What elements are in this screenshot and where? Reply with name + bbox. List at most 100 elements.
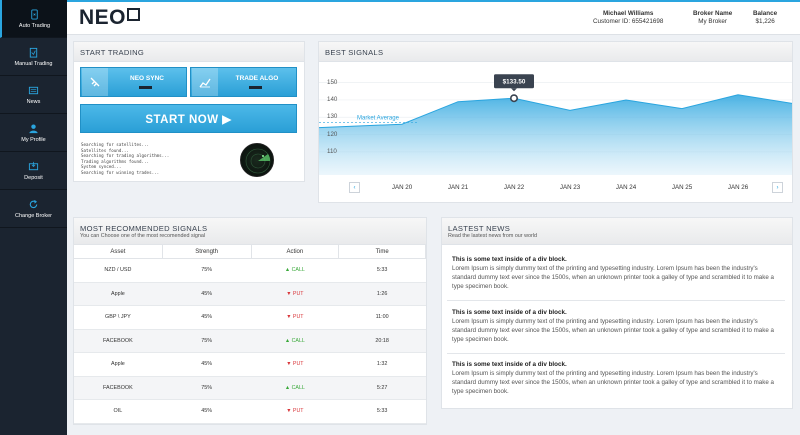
panel-title: LASTEST NEWS xyxy=(448,224,511,233)
cell-action: ▲ CALL xyxy=(251,329,339,353)
start-now-button[interactable]: START NOW ▶ xyxy=(80,104,297,133)
col-time[interactable]: Time xyxy=(338,244,426,259)
clipboard-icon xyxy=(29,47,38,58)
table-body: NZD / USD 75% ▲ CALL 5:33 Apple 45% ▼ PUT 1:26 G… xyxy=(73,258,426,424)
neo-sync-button[interactable]: NEO SYNC xyxy=(80,67,187,97)
sidebar-item-change-broker[interactable]: Change Broker xyxy=(0,190,67,228)
radar-icon xyxy=(240,143,274,177)
sidebar-item-auto-trading[interactable]: Auto Trading xyxy=(0,0,67,38)
y-tick-label: 120 xyxy=(327,130,338,138)
signals-table: Asset Strength Action Time NZD / USD 75% ▲… xyxy=(73,244,426,424)
cell-strength: 45% xyxy=(162,282,252,306)
panel-header: LASTEST NEWS Read the lastest news from … xyxy=(442,218,792,245)
cell-time: 5:33 xyxy=(338,399,426,424)
signals-chart: Market Average $133.50 xyxy=(319,74,792,175)
news-body: Lorem Ipsum is simply dummy text of the … xyxy=(452,318,774,343)
cell-action: ▲ CALL xyxy=(251,376,339,400)
log-output: Searching for satellites... Satellites f… xyxy=(81,142,231,176)
table-row[interactable]: FACEBOOK 75% ▲ CALL 5:27 xyxy=(73,376,426,400)
sidebar: Auto Trading Manual Trading News My Prof… xyxy=(0,0,67,435)
news-body: Lorem Ipsum is simply dummy text of the … xyxy=(452,370,774,395)
cell-asset: NZD / USD xyxy=(73,258,163,283)
table-row[interactable]: FACEBOOK 75% ▲ CALL 20:18 xyxy=(73,329,426,353)
chart-prev-button[interactable]: ‹ xyxy=(349,182,360,193)
news-title[interactable]: This is some text inside of a div block. xyxy=(452,361,780,368)
cell-time: 1:26 xyxy=(338,282,426,306)
panel-title: MOST RECOMMENDED SIGNALS xyxy=(80,224,208,233)
cell-strength: 75% xyxy=(162,258,252,283)
broker-info: Broker Name My Broker xyxy=(693,10,732,26)
cell-asset: GBP \ JPY xyxy=(73,305,163,330)
news-item[interactable]: This is some text inside of a div block.… xyxy=(452,361,780,396)
chart-next-button[interactable]: › xyxy=(772,182,783,193)
y-tick-label: 140 xyxy=(327,95,338,103)
cell-action: ▲ CALL xyxy=(251,258,339,283)
news-title[interactable]: This is some text inside of a div block. xyxy=(452,256,780,263)
cell-strength: 75% xyxy=(162,376,252,400)
cell-strength: 45% xyxy=(162,399,252,424)
sidebar-item-news[interactable]: News xyxy=(0,76,67,114)
panel-title: START TRADING xyxy=(80,48,145,57)
user-icon xyxy=(29,123,38,133)
panel-subtitle: Read the lastest news from our world xyxy=(448,233,537,239)
trade-algo-label: TRADE ALGO xyxy=(235,74,279,82)
panel-subtitle: You can Choose one of the most recomende… xyxy=(80,233,206,239)
broker-label: Broker Name xyxy=(693,10,733,17)
trade-algo-button[interactable]: TRADE ALGO xyxy=(190,67,297,97)
cell-time: 20:18 xyxy=(338,329,426,353)
x-tick-label: JAN 24 xyxy=(615,184,637,191)
highlight-point[interactable] xyxy=(510,94,519,103)
cell-strength: 45% xyxy=(162,305,252,330)
col-strength[interactable]: Strength xyxy=(161,244,252,259)
cell-action: ▼ PUT xyxy=(251,352,339,377)
customer-id: Customer ID: 655421698 xyxy=(593,18,664,25)
table-row[interactable]: NZD / USD 75% ▲ CALL 5:33 xyxy=(73,258,426,283)
logo: NEO xyxy=(79,6,141,30)
divider xyxy=(447,300,785,301)
panel-header: BEST SIGNALS xyxy=(319,42,792,62)
deposit-icon xyxy=(28,161,39,170)
news-item[interactable]: This is some text inside of a div block.… xyxy=(452,309,780,344)
cell-action: ▼ PUT xyxy=(251,399,339,424)
newspaper-icon xyxy=(28,86,39,94)
user-info: Michael Williams Customer ID: 655421698 xyxy=(593,10,663,26)
table-row[interactable]: GBP \ JPY 45% ▼ PUT 11:00 xyxy=(73,305,426,330)
x-tick-label: JAN 20 xyxy=(391,184,413,191)
cell-time: 5:27 xyxy=(338,376,426,400)
col-asset[interactable]: Asset xyxy=(73,244,163,259)
divider xyxy=(447,353,785,354)
panel-header: START TRADING xyxy=(74,42,304,62)
sidebar-item-label: Manual Trading xyxy=(14,60,53,67)
neo-sync-label: NEO SYNC xyxy=(130,74,164,82)
col-action[interactable]: Action xyxy=(250,244,340,259)
cell-asset: Apple xyxy=(73,352,163,377)
sidebar-item-label: My Profile xyxy=(21,136,46,143)
x-tick-label: JAN 25 xyxy=(671,184,693,191)
status-bar xyxy=(139,86,152,89)
sidebar-item-manual-trading[interactable]: Manual Trading xyxy=(0,38,67,76)
sidebar-item-label: News xyxy=(26,98,41,105)
user-name: Michael Williams xyxy=(603,10,654,17)
sidebar-item-label: Change Broker xyxy=(15,212,52,219)
market-average-label: Market Average xyxy=(357,115,400,121)
sidebar-item-my-profile[interactable]: My Profile xyxy=(0,114,67,152)
cell-action: ▼ PUT xyxy=(251,282,339,306)
chevron-left-icon: ‹ xyxy=(353,184,356,191)
table-row[interactable]: Apple 45% ▼ PUT 1:26 xyxy=(73,282,426,306)
table-row[interactable]: Apple 45% ▼ PUT 1:32 xyxy=(73,352,426,377)
chart-icon xyxy=(192,68,218,96)
sidebar-item-deposit[interactable]: Deposit xyxy=(0,152,67,190)
cell-asset: Apple xyxy=(73,282,163,306)
chevron-right-icon: › xyxy=(776,184,779,191)
cell-asset: FACEBOOK xyxy=(73,329,163,353)
news-item[interactable]: This is some text inside of a div block.… xyxy=(452,256,780,291)
cell-strength: 45% xyxy=(162,352,252,377)
cell-time: 5:33 xyxy=(338,258,426,283)
broker-value: My Broker xyxy=(698,18,727,25)
sidebar-item-label: Deposit xyxy=(24,174,43,181)
y-tick-label: 110 xyxy=(327,147,337,155)
news-title[interactable]: This is some text inside of a div block. xyxy=(452,309,780,316)
table-row[interactable]: OIL 45% ▼ PUT 5:33 xyxy=(73,399,426,424)
x-tick-label: JAN 23 xyxy=(559,184,581,191)
y-tick-label: 150 xyxy=(327,78,338,86)
